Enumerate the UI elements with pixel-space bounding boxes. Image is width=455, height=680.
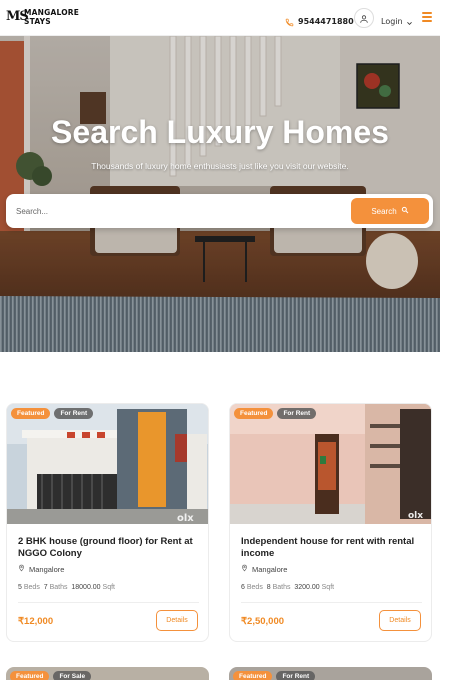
property-location: Mangalore [241, 564, 287, 574]
badge-group: Featured For Rent [11, 408, 94, 419]
property-title[interactable]: 2 BHK house (ground floor) for Rent at N… [18, 536, 203, 560]
user-account-button[interactable] [354, 8, 374, 28]
area-value: 18000.00 [71, 584, 101, 591]
logo-text: MANGALORE STAYS [24, 8, 79, 26]
hamburger-menu-icon[interactable] [422, 12, 432, 24]
listing-type-badge: For Rent [54, 408, 94, 419]
card-divider [241, 602, 422, 603]
beds-count: 6 [241, 584, 245, 591]
location-text: Mangalore [29, 564, 65, 574]
logo-mark: MS [6, 9, 29, 24]
phone-icon [285, 12, 294, 31]
property-card[interactable]: Featured For Sale [6, 667, 209, 680]
featured-badge: Featured [11, 408, 51, 419]
search-button-label: Search [371, 206, 397, 216]
login-label: Login [381, 17, 403, 26]
login-dropdown[interactable]: Login [381, 12, 413, 31]
logo-line-1: MANGALORE [24, 8, 80, 17]
location-pin-icon [18, 564, 25, 574]
listing-type-badge: For Rent [276, 671, 316, 680]
badge-group: Featured For Rent [233, 671, 316, 680]
area-unit: Sqft [102, 584, 115, 591]
details-button[interactable]: Details [379, 610, 421, 631]
property-price: ₹2,50,000 [241, 616, 285, 627]
location-pin-icon [241, 564, 248, 574]
beds-count: 5 [18, 584, 22, 591]
property-image[interactable]: olx [7, 404, 208, 524]
badge-group: Featured For Rent [234, 408, 317, 419]
search-icon [401, 206, 409, 216]
svg-text:olx: olx [177, 513, 194, 524]
hero-subtitle: Thousands of luxury home enthusiasts jus… [91, 161, 349, 171]
beds-label: Beds [23, 584, 40, 591]
featured-badge: Featured [10, 671, 50, 680]
phone-number: 9544471880 [298, 17, 354, 26]
hero-banner: Search Luxury Homes Thousands of luxury … [0, 36, 440, 352]
location-text: Mangalore [252, 564, 288, 574]
search-button[interactable]: Search [351, 198, 429, 224]
logo-line-2: STAYS [24, 17, 51, 26]
property-photo: olx [7, 404, 208, 524]
baths-label: Baths [272, 584, 291, 591]
property-price: ₹12,000 [18, 616, 54, 627]
listing-type-badge: For Sale [53, 671, 92, 680]
hero-title: Search Luxury Homes [51, 114, 389, 150]
property-photo: olx [230, 404, 431, 524]
details-button[interactable]: Details [156, 610, 198, 631]
baths-count: 8 [266, 584, 271, 591]
baths-label: Baths [49, 584, 68, 591]
property-image[interactable]: olx [230, 404, 431, 524]
property-card[interactable]: Featured For Rent [229, 667, 432, 680]
baths-count: 7 [43, 584, 48, 591]
property-card[interactable]: olx Featured For Rent 2 BHK house (groun… [6, 403, 209, 642]
featured-badge: Featured [234, 408, 274, 419]
user-icon [359, 9, 369, 28]
listing-type-badge: For Rent [277, 408, 317, 419]
featured-badge: Featured [233, 671, 273, 680]
property-card[interactable]: olx Featured For Rent Independent house … [229, 403, 432, 642]
svg-text:olx: olx [408, 511, 423, 521]
badge-group: Featured For Sale [10, 671, 92, 680]
property-location: Mangalore [18, 564, 64, 574]
phone-link[interactable]: 9544471880 [285, 12, 354, 31]
beds-label: Beds [246, 584, 263, 591]
search-bar: Search [6, 194, 433, 228]
property-specs: 6 Beds 8 Baths 3200.00 Sqft [241, 584, 334, 591]
search-input[interactable] [16, 202, 316, 220]
property-specs: 5 Beds 7 Baths 18000.00 Sqft [18, 584, 115, 591]
card-divider [18, 602, 199, 603]
area-unit: Sqft [321, 584, 335, 591]
chevron-down-icon [406, 12, 413, 31]
site-logo[interactable]: MS MANGALORE STAYS [6, 8, 79, 26]
area-value: 3200.00 [294, 584, 320, 591]
site-header: MS MANGALORE STAYS 9544471880 Login [0, 0, 440, 36]
property-title[interactable]: Independent house for rent with rental i… [241, 536, 426, 560]
